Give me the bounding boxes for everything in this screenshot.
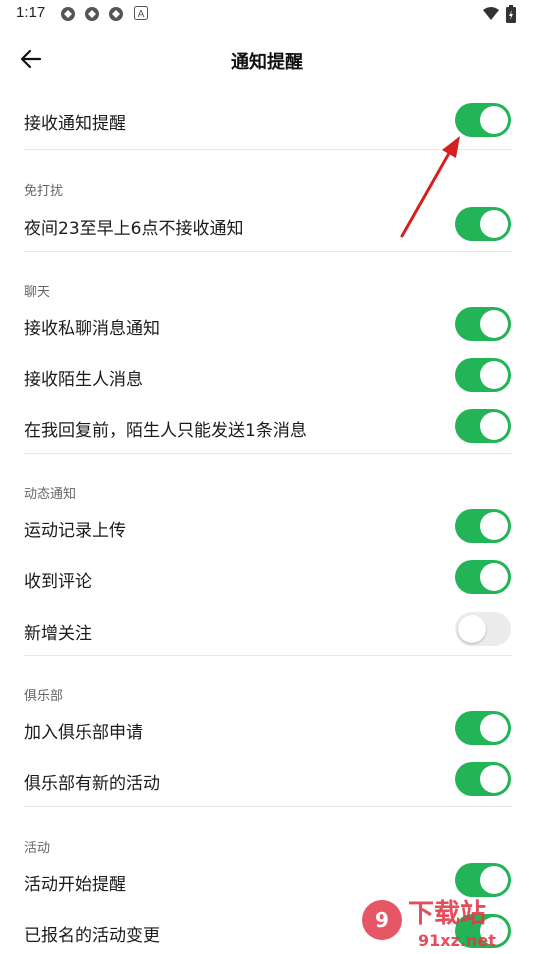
svg-text:9: 9 [375, 908, 389, 932]
setting-label: 接收陌生人消息 [24, 370, 143, 390]
toggle-knob [480, 210, 508, 238]
toggle-knob [480, 714, 508, 742]
setting-label: 接收通知提醒 [24, 114, 126, 134]
toggle-knob [480, 106, 508, 134]
app-notification-icon [85, 7, 99, 21]
status-bar: 1:17 A [0, 0, 534, 28]
settings-row-stranger-message[interactable]: 接收陌生人消息 [0, 356, 534, 396]
section-title-chat: 聊天 [24, 285, 51, 300]
divider [24, 806, 512, 807]
setting-label: 在我回复前，陌生人只能发送1条消息 [24, 421, 307, 441]
setting-label: 收到评论 [24, 572, 92, 592]
svg-text:91xz.net: 91xz.net [418, 931, 496, 950]
section-title-events: 活动 [24, 841, 51, 856]
settings-row-club-join-request[interactable]: 加入俱乐部申请 [0, 709, 534, 749]
divider [24, 251, 512, 252]
setting-label: 加入俱乐部申请 [24, 723, 143, 743]
workout-upload-toggle[interactable] [455, 509, 511, 543]
settings-row-stranger-limit[interactable]: 在我回复前，陌生人只能发送1条消息 [0, 407, 534, 447]
stranger-limit-toggle[interactable] [455, 409, 511, 443]
setting-label: 接收私聊消息通知 [24, 319, 160, 339]
stranger-message-toggle[interactable] [455, 358, 511, 392]
section-title-activity-feed: 动态通知 [24, 487, 77, 502]
section-title-club: 俱乐部 [24, 689, 64, 704]
page-title: 通知提醒 [231, 52, 303, 73]
app-notification-icon [61, 7, 75, 21]
comments-toggle[interactable] [455, 560, 511, 594]
setting-label: 已报名的活动变更 [24, 926, 160, 946]
setting-label: 夜间23至早上6点不接收通知 [24, 219, 244, 239]
settings-row-club-new-activity[interactable]: 俱乐部有新的活动 [0, 760, 534, 800]
section-title-do-not-disturb: 免打扰 [24, 184, 64, 199]
setting-label: 运动记录上传 [24, 521, 126, 541]
divider [24, 655, 512, 656]
toggle-knob [480, 412, 508, 440]
private-message-toggle[interactable] [455, 307, 511, 341]
wifi-icon [483, 7, 499, 20]
setting-label: 活动开始提醒 [24, 875, 126, 895]
watermark-logo: 9 下载站 91xz.net [360, 886, 534, 950]
settings-row-comments[interactable]: 收到评论 [0, 558, 534, 598]
divider [24, 453, 512, 454]
new-followers-toggle[interactable] [455, 612, 511, 646]
a-notification-icon: A [134, 6, 148, 20]
toggle-knob [480, 310, 508, 338]
settings-row-new-followers[interactable]: 新增关注 [0, 610, 534, 650]
toggle-knob [458, 615, 486, 643]
settings-row-private-message[interactable]: 接收私聊消息通知 [0, 305, 534, 345]
svg-text:下载站: 下载站 [408, 899, 486, 929]
toggle-knob [480, 361, 508, 389]
annotation-arrow-icon [400, 136, 460, 238]
club-join-request-toggle[interactable] [455, 711, 511, 745]
header-bar: 通知提醒 [0, 34, 534, 84]
watermark-logo-icon: 9 下载站 91xz.net [362, 899, 496, 950]
club-new-activity-toggle[interactable] [455, 762, 511, 796]
toggle-knob [480, 563, 508, 591]
app-notification-icon [109, 7, 123, 21]
setting-label: 新增关注 [24, 624, 92, 644]
setting-label: 俱乐部有新的活动 [24, 774, 160, 794]
toggle-knob [480, 512, 508, 540]
settings-row-workout-upload[interactable]: 运动记录上传 [0, 507, 534, 547]
svg-text:A: A [138, 9, 145, 20]
toggle-knob [480, 765, 508, 793]
status-time: 1:17 [16, 4, 46, 21]
battery-icon [506, 5, 516, 23]
